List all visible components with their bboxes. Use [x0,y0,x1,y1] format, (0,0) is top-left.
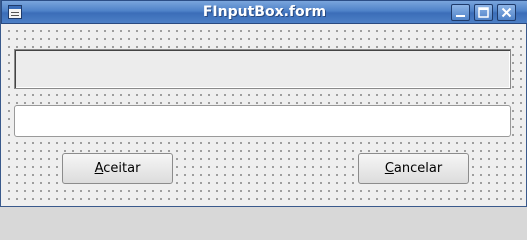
form-client-area: Aceitar Cancelar [3,24,525,204]
close-icon [501,7,512,18]
aceitar-mnemonic: A [94,161,104,176]
window-title: FInputBox.form [202,4,327,20]
close-button[interactable] [497,4,516,21]
maximize-button[interactable] [474,4,493,21]
maximize-icon [478,7,489,18]
title-bar[interactable]: FInputBox.form [1,0,527,24]
cancelar-label: ancelar [393,161,443,176]
aceitar-button[interactable]: Aceitar [62,153,173,184]
input-field[interactable] [14,105,511,137]
cancelar-button[interactable]: Cancelar [358,153,469,184]
minimize-icon [456,15,465,17]
minimize-button[interactable] [451,4,470,21]
form-window: FInputBox.form Aceitar Cancelar [0,0,527,207]
aceitar-label: ceitar [103,161,141,176]
prompt-display [14,49,511,89]
cancelar-mnemonic: C [384,161,394,176]
